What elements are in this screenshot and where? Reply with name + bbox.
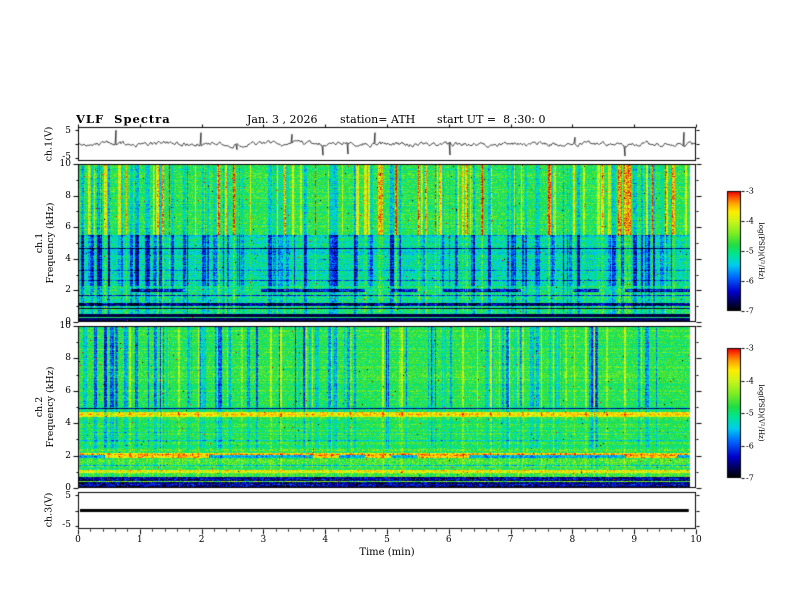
colorbar1-tick-label: -6 <box>746 276 754 286</box>
ch1-spec-y-tick-label: 2 <box>65 285 71 296</box>
time-axis-label: Time (min) <box>359 547 415 558</box>
colorbar2-tick-label: -7 <box>746 473 754 483</box>
x-tick-label: 2 <box>198 535 205 545</box>
ch1-axis-channel-label: ch.1 <box>34 232 45 254</box>
colorbar1-tick-label: -3 <box>746 186 754 196</box>
colorbar1-tick-label: -4 <box>746 216 754 226</box>
x-tick-label: 7 <box>507 535 514 545</box>
colorbar2-tick-label: -4 <box>746 376 754 385</box>
date-label: Jan. 3 , 2026 <box>247 113 318 126</box>
vlf-spectra-figure: VLF Spectra Jan. 3 , 2026 station= ATH s… <box>0 0 792 612</box>
ch1-frequency-axis-label: ch.1 Frequency (kHz) <box>34 203 56 284</box>
ch2-spec-y-tick-label: 6 <box>65 385 71 396</box>
colorbar2-label: log(PSD)(V²/Hz) <box>757 384 765 442</box>
x-tick-label: 0 <box>75 535 81 545</box>
start-ut-label: start UT = 8 :30: 0 <box>437 113 546 126</box>
ch2-axis-unit-label: Frequency (kHz) <box>45 366 56 448</box>
ch1-voltage-axis-label: ch.1(V) <box>43 126 55 162</box>
figure-title: VLF Spectra <box>76 112 171 126</box>
x-tick-label: 6 <box>445 535 452 545</box>
colorbar1-tick-label: -5 <box>746 246 754 256</box>
station-label: station= ATH <box>340 113 416 126</box>
colorbar2-tick-label: -3 <box>746 343 754 353</box>
ch1-axis-unit-label: Frequency (kHz) <box>45 202 56 284</box>
ch2-axis-channel-label: ch.2 <box>34 396 45 418</box>
ch2-frequency-axis-label: ch.2 Frequency (kHz) <box>34 367 56 448</box>
colorbar2-tick-label: -6 <box>746 441 754 450</box>
ch1-spec-y-tick-label: 6 <box>65 222 71 233</box>
ch1-spec-y-tick-label: 8 <box>65 190 71 201</box>
ch2-spec-y-tick-label: 10 <box>59 321 71 331</box>
ch2-spec-y-tick-label: 2 <box>65 450 71 461</box>
colorbar2-tick-label: -5 <box>746 408 754 418</box>
colorbar1-tick-label: -7 <box>746 306 754 316</box>
colorbar1-label: log(PSD)(V²/Hz) <box>757 222 765 280</box>
x-tick-label: 8 <box>569 535 576 545</box>
ch3-wave-y-tick-label: -5 <box>62 520 71 530</box>
ch2-spec-y-tick-label: 4 <box>65 418 71 429</box>
x-tick-label: 5 <box>384 535 390 545</box>
ch3-voltage-axis-label: ch.3(V) <box>43 492 55 528</box>
spectra-plot-canvas <box>0 0 792 612</box>
x-tick-label: 9 <box>631 535 638 545</box>
x-tick-label: 3 <box>260 535 267 545</box>
x-tick-label: 4 <box>322 535 329 545</box>
ch2-spec-y-tick-label: 8 <box>65 353 71 364</box>
x-tick-label: 10 <box>690 535 702 545</box>
x-tick-label: 1 <box>136 535 143 545</box>
ch1-wave-y-tick-label: 5 <box>65 126 71 136</box>
ch1-spec-y-tick-label: 4 <box>65 253 71 264</box>
ch1-wave-y-tick-label: -5 <box>62 152 71 162</box>
ch3-wave-y-tick-label: 5 <box>65 491 71 501</box>
